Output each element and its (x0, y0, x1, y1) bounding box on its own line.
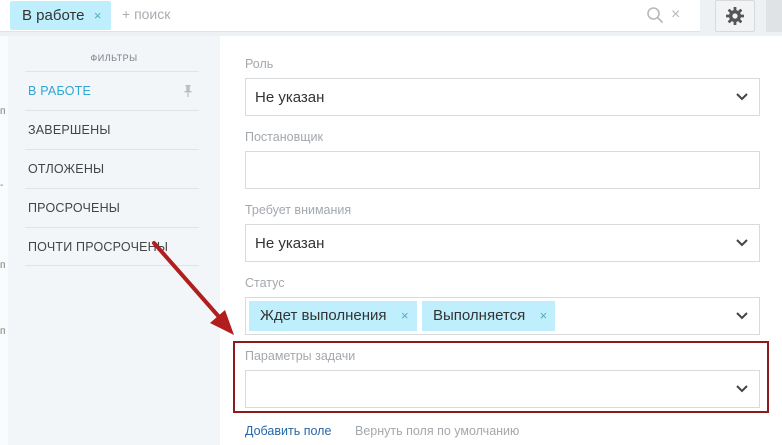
sidebar-title: ФИЛЬТРЫ (90, 53, 138, 63)
gear-icon (726, 7, 744, 25)
needs-attention-select[interactable]: Не указан (245, 224, 760, 262)
sidebar-item-label: ПОЧТИ ПРОСРОЧЕНЫ (28, 240, 169, 254)
chevron-down-icon (736, 385, 748, 393)
filter-search-bar: В работе × + поиск × (0, 0, 782, 36)
chevron-down-icon (736, 93, 748, 101)
filter-list: В РАБОТЕ ЗАВЕРШЕНЫ ОТЛОЖЕНЫ ПРОСРОЧЕНЫ П… (25, 71, 199, 266)
settings-button[interactable] (715, 0, 755, 32)
right-edge (766, 0, 782, 32)
sidebar-item-completed[interactable]: ЗАВЕРШЕНЫ (25, 110, 199, 149)
sidebar-item-label: ЗАВЕРШЕНЫ (28, 123, 111, 137)
sidebar-item-label: В РАБОТЕ (28, 84, 92, 98)
chevron-down-icon (736, 239, 748, 247)
task-params-select[interactable] (245, 370, 760, 408)
field-label-role: Роль (245, 57, 274, 71)
reset-fields-link[interactable]: Вернуть поля по умолчанию (355, 424, 519, 438)
field-label-creator: Постановщик (245, 130, 323, 144)
field-label-needs-attention: Требует внимания (245, 203, 352, 217)
tag-close-icon[interactable]: × (540, 301, 548, 331)
status-multiselect[interactable]: Ждет выполнения × Выполняется × (245, 297, 760, 335)
pin-icon[interactable] (183, 85, 193, 97)
field-label-task-params: Параметры задачи (245, 349, 356, 363)
sidebar-item-almost-overdue[interactable]: ПОЧТИ ПРОСРОЧЕНЫ (25, 227, 199, 266)
field-label-status: Статус (245, 276, 285, 290)
tag-close-icon[interactable]: × (401, 301, 409, 331)
filters-sidebar: ФИЛЬТРЫ В РАБОТЕ ЗАВЕРШЕНЫ ОТЛОЖЕНЫ ПРОС… (8, 36, 220, 445)
role-select[interactable]: Не указан (245, 78, 760, 116)
role-select-value: Не указан (255, 89, 325, 106)
status-tag-label: Выполняется (433, 307, 526, 324)
background-list-edge: п-пп (0, 36, 8, 445)
status-tag-label: Ждет выполнения (260, 307, 387, 324)
needs-attention-select-value: Не указан (255, 235, 325, 252)
search-icon[interactable] (646, 6, 664, 24)
active-filter-chip[interactable]: В работе × (10, 1, 111, 30)
sidebar-item-label: ПРОСРОЧЕНЫ (28, 201, 121, 215)
status-tag[interactable]: Выполняется × (422, 301, 556, 331)
status-tag[interactable]: Ждет выполнения × (249, 301, 417, 331)
search-box[interactable]: В работе × + поиск × (0, 0, 700, 32)
add-field-link[interactable]: Добавить поле (245, 424, 331, 438)
sidebar-item-overdue[interactable]: ПРОСРОЧЕНЫ (25, 188, 199, 227)
sidebar-item-label: ОТЛОЖЕНЫ (28, 162, 105, 176)
search-input[interactable]: + поиск (122, 6, 170, 22)
sidebar-item-in-progress[interactable]: В РАБОТЕ (25, 71, 199, 110)
sidebar-item-deferred[interactable]: ОТЛОЖЕНЫ (25, 149, 199, 188)
chevron-down-icon (736, 312, 748, 320)
clear-search-icon[interactable]: × (671, 7, 680, 23)
filter-form: Роль Не указан Постановщик Требует внима… (220, 36, 782, 445)
active-filter-chip-label: В работе (22, 7, 85, 24)
creator-input[interactable] (245, 151, 760, 189)
chip-close-icon[interactable]: × (94, 1, 102, 30)
